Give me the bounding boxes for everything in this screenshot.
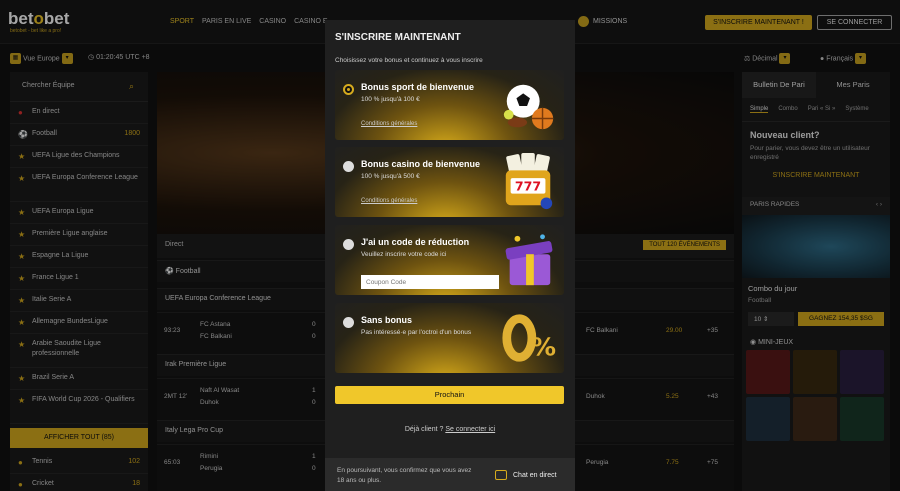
gift-box-icon bbox=[505, 234, 553, 286]
zero-percent-icon: % bbox=[502, 314, 556, 362]
bonus-option-casino[interactable]: Bonus casino de bienvenue 100 % jusqu'à … bbox=[335, 147, 564, 217]
modal-footer: En poursuivant, vous confirmez que vous … bbox=[325, 458, 575, 491]
slot-machine-icon: 777 bbox=[505, 153, 553, 210]
already-client: Déjà client ? Se connecter ici bbox=[325, 426, 575, 433]
bonus-title: J'ai un code de réduction bbox=[361, 237, 470, 247]
radio-unselected[interactable] bbox=[343, 239, 354, 250]
bonus-option-none[interactable]: Sans bonus Pas intéressé·e par l'octroi … bbox=[335, 303, 564, 373]
terms-link[interactable]: Conditions générales bbox=[361, 198, 417, 204]
age-disclaimer: En poursuivant, vous confirmez que vous … bbox=[337, 467, 472, 484]
bonus-subtitle: Pas intéressé·e par l'octroi d'un bonus bbox=[361, 329, 472, 336]
radio-unselected[interactable] bbox=[343, 317, 354, 328]
svg-text:777: 777 bbox=[515, 179, 541, 194]
chat-icon bbox=[495, 470, 507, 480]
coupon-code-input[interactable] bbox=[361, 275, 499, 289]
bonus-option-sport[interactable]: Bonus sport de bienvenue 100 % jusqu'à 1… bbox=[335, 70, 564, 140]
live-chat-label: Chat en direct bbox=[513, 471, 557, 479]
signup-modal: S'INSCRIRE MAINTENANT Choisissez votre b… bbox=[325, 20, 575, 491]
svg-text:%: % bbox=[531, 332, 556, 361]
modal-subtitle: Choisissez votre bonus et continuez à vo… bbox=[335, 57, 483, 64]
radio-selected[interactable] bbox=[343, 84, 354, 95]
login-link[interactable]: Se connecter ici bbox=[445, 426, 495, 433]
next-button[interactable]: Prochain bbox=[335, 386, 564, 404]
terms-link[interactable]: Conditions générales bbox=[361, 121, 417, 127]
bonus-option-promo-code[interactable]: J'ai un code de réduction Veuillez inscr… bbox=[335, 225, 564, 295]
live-chat-button[interactable]: Chat en direct bbox=[495, 470, 557, 480]
sport-balls-icon bbox=[503, 84, 554, 130]
bonus-title: Bonus sport de bienvenue bbox=[361, 82, 475, 92]
bonus-subtitle: 100 % jusqu'à 100 € bbox=[361, 96, 420, 103]
radio-unselected[interactable] bbox=[343, 161, 354, 172]
bonus-title: Bonus casino de bienvenue bbox=[361, 159, 481, 169]
bonus-title: Sans bonus bbox=[361, 315, 413, 325]
already-client-text: Déjà client ? bbox=[404, 426, 444, 433]
modal-title: S'INSCRIRE MAINTENANT bbox=[335, 32, 461, 43]
bonus-subtitle: Veuillez inscrire votre code ici bbox=[361, 251, 447, 258]
bonus-subtitle: 100 % jusqu'à 500 € bbox=[361, 173, 420, 180]
